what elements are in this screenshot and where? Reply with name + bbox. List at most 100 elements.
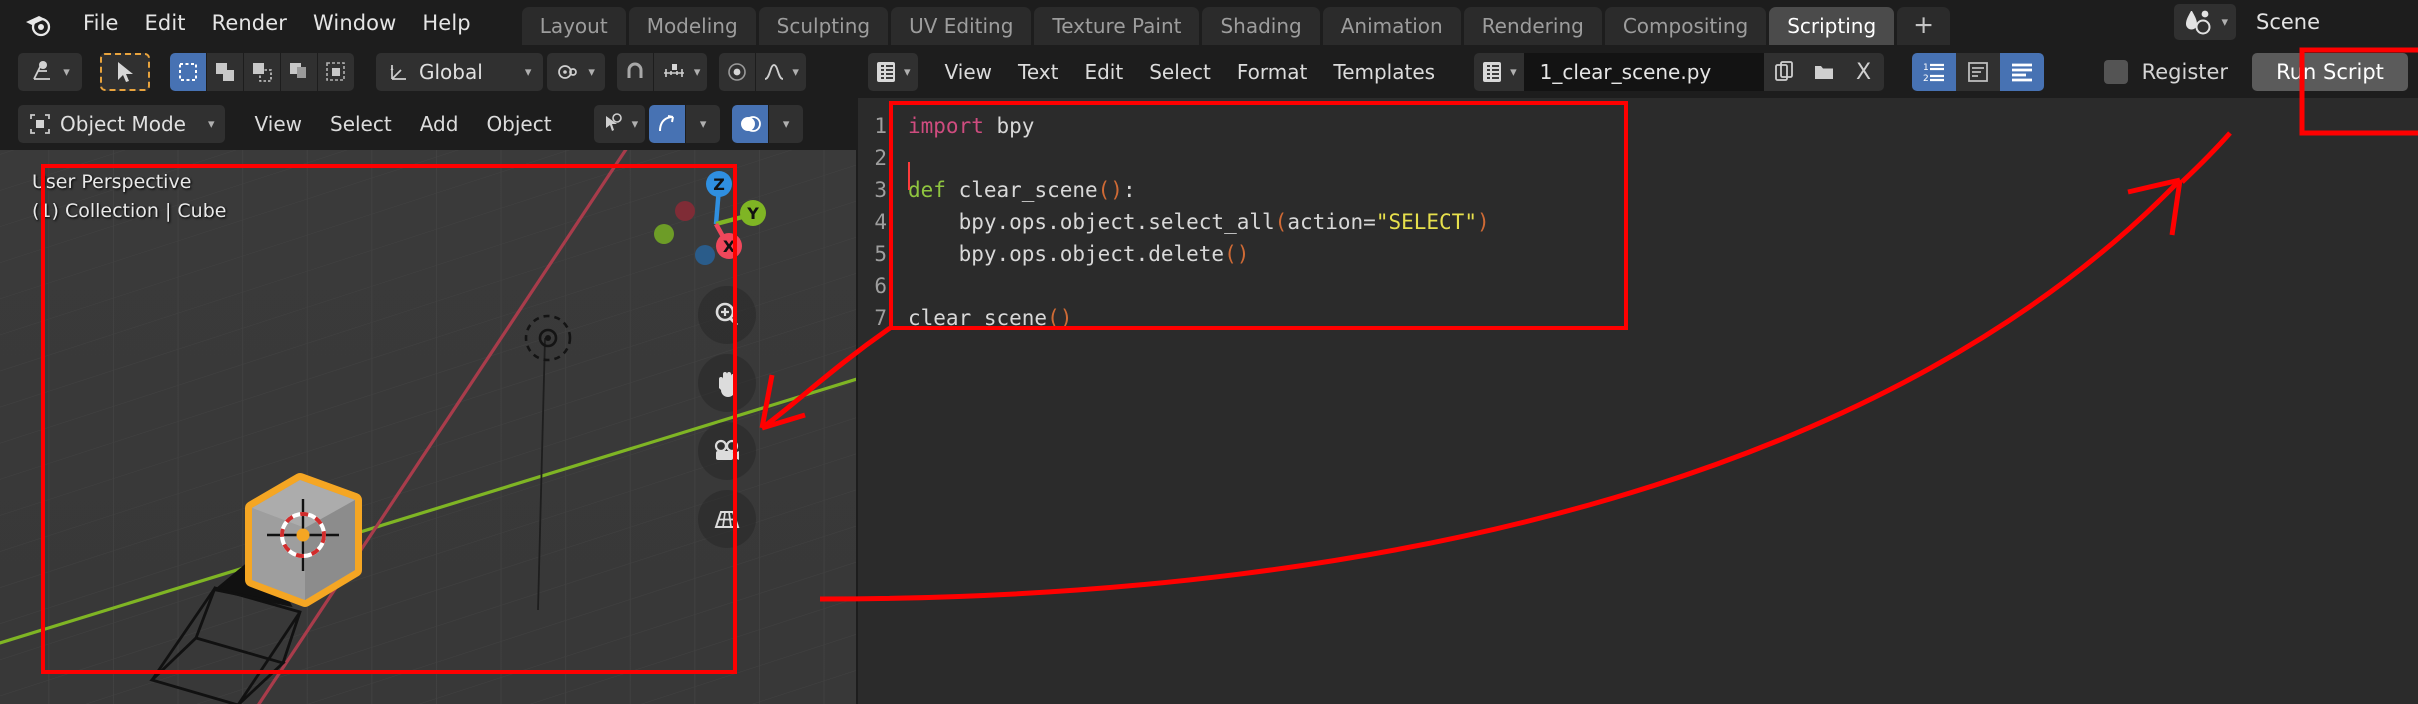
workspace-tab-compositing[interactable]: Compositing — [1604, 7, 1767, 45]
code-line: bpy.ops.object.delete() — [908, 238, 1490, 270]
select-extend-icon[interactable] — [207, 53, 243, 91]
chevron-down-icon: ▾ — [588, 64, 595, 80]
text-editor: ▾ View Text Edit Select Format Templates… — [858, 46, 2418, 704]
register-checkbox[interactable] — [2103, 60, 2128, 84]
workspace-tab-modeling[interactable]: Modeling — [628, 7, 756, 45]
text-filename-field[interactable]: 1_clear_scene.py — [1523, 53, 1764, 91]
chevron-down-icon: ▾ — [1510, 64, 1517, 80]
zoom-icon[interactable] — [698, 286, 756, 344]
menu-render[interactable]: Render — [199, 8, 300, 38]
workspace-tab-shading[interactable]: Shading — [1202, 7, 1320, 45]
svg-text:X: X — [723, 237, 736, 256]
workspace-tab-animation[interactable]: Animation — [1322, 7, 1461, 45]
overlay-dropdown[interactable]: ▾ — [769, 105, 804, 143]
interaction-mode-dropdown[interactable]: Object Mode ▾ — [18, 105, 225, 143]
open-text-icon[interactable] — [1803, 53, 1844, 91]
select-box-icon[interactable] — [170, 53, 206, 91]
chevron-down-icon: ▾ — [699, 116, 707, 132]
select-intersect-icon[interactable] — [281, 53, 317, 91]
text-menu-templates[interactable]: Templates — [1320, 55, 1448, 89]
chevron-down-icon: ▾ — [693, 64, 701, 80]
line-number: 1 — [874, 114, 887, 138]
scene-icon[interactable]: ▾ — [2174, 4, 2236, 40]
code-line: bpy.ops.object.select_all(action="SELECT… — [908, 206, 1490, 238]
run-script-button[interactable]: Run Script — [2252, 53, 2408, 91]
viewport-3d: ▾ Global ▾ ▾ ▾ ▾ Object Mode ▾ View Sele… — [0, 46, 856, 704]
line-number: 2 — [874, 146, 887, 170]
add-workspace-button[interactable]: + — [1897, 7, 1951, 45]
text-menu-text[interactable]: Text — [1005, 55, 1071, 89]
camera-view-icon[interactable] — [698, 422, 756, 480]
code-token: bpy.ops.object.select_all — [908, 210, 1275, 234]
code-lines[interactable]: import bpy def clear_scene(): bpy.ops.ob… — [894, 98, 1490, 704]
show-overlays-icon[interactable] — [732, 105, 769, 143]
code-token: import — [908, 114, 984, 138]
menu-edit[interactable]: Edit — [132, 8, 199, 38]
syntax-highlight-toggle[interactable] — [1999, 53, 2044, 91]
top-bar: File Edit Render Window Help Layout Mode… — [0, 0, 2418, 45]
code-line: def clear_scene(): — [908, 174, 1490, 206]
close-text-icon[interactable]: X — [1843, 53, 1884, 91]
workspace-tab-uv-editing[interactable]: UV Editing — [891, 7, 1032, 45]
viewport-menu-select[interactable]: Select — [316, 107, 406, 141]
code-token: () — [1047, 306, 1073, 330]
workspace-tab-scripting[interactable]: Scripting — [1769, 7, 1895, 45]
visibility-dropdown[interactable]: ▾ — [593, 105, 646, 143]
toggle-perspective-icon[interactable] — [698, 490, 756, 548]
blender-window: File Edit Render Window Help Layout Mode… — [0, 0, 2418, 704]
code-editor-area[interactable]: 1 2 3 4 5 6 7 import bpy def clear_scene… — [858, 98, 2418, 704]
viewport-menu-object[interactable]: Object — [472, 107, 565, 141]
workspace-tab-layout[interactable]: Layout — [521, 7, 626, 45]
word-wrap-toggle[interactable] — [1955, 53, 2000, 91]
code-token: "SELECT" — [1375, 210, 1477, 234]
text-menu-format[interactable]: Format — [1224, 55, 1320, 89]
menu-help[interactable]: Help — [409, 8, 483, 38]
chevron-down-icon: ▾ — [904, 64, 911, 80]
gizmo-dropdown[interactable]: ▾ — [686, 105, 721, 143]
cursor-select-tool[interactable] — [100, 53, 150, 91]
snap-pivot-dropdown[interactable]: ▾ — [547, 53, 605, 91]
text-datablock-icon[interactable]: ▾ — [1474, 53, 1524, 91]
chevron-down-icon: ▾ — [63, 64, 70, 80]
text-caret — [908, 162, 910, 190]
viewport-menu-view[interactable]: View — [241, 107, 316, 141]
menu-file[interactable]: File — [70, 8, 132, 38]
falloff-curve-dropdown[interactable]: ▾ — [756, 53, 806, 91]
text-menu-edit[interactable]: Edit — [1071, 55, 1136, 89]
select-difference-icon[interactable] — [318, 53, 354, 91]
text-display-toggles: 12 — [1911, 53, 2044, 91]
code-line: clear_scene() — [908, 302, 1490, 334]
transform-orientation-dropdown[interactable]: Global ▾ — [376, 53, 544, 91]
text-menu-select[interactable]: Select — [1136, 55, 1224, 89]
select-subtract-icon[interactable] — [244, 53, 280, 91]
workspace-tab-rendering[interactable]: Rendering — [1463, 7, 1602, 45]
proportional-edit-icon[interactable] — [719, 53, 756, 91]
code-token: bpy.ops.object.delete — [908, 242, 1225, 266]
editor-type-dropdown[interactable]: ▾ — [868, 53, 918, 91]
scene-selector: ▾ Scene — [2174, 4, 2416, 40]
viewport-menu-add[interactable]: Add — [406, 107, 473, 141]
show-gizmo-icon[interactable] — [649, 105, 686, 143]
chevron-down-icon: ▾ — [792, 64, 799, 80]
code-token: def — [908, 178, 946, 202]
workspace-tab-sculpting[interactable]: Sculpting — [758, 7, 889, 45]
code-token: ) — [1476, 210, 1490, 234]
scene-name-field[interactable]: Scene — [2236, 4, 2416, 40]
text-menu-view[interactable]: View — [932, 55, 1005, 89]
viewport-canvas[interactable]: User Perspective (1) Collection | Cube Z… — [0, 150, 856, 704]
line-number-gutter: 1 2 3 4 5 6 7 — [858, 98, 894, 704]
transform-orientation-label: Global — [419, 60, 483, 84]
magnet-snap-icon[interactable] — [616, 53, 653, 91]
chevron-down-icon: ▾ — [782, 116, 790, 132]
snap-target-dropdown[interactable]: ▾ — [653, 53, 708, 91]
line-number: 7 — [874, 306, 887, 330]
code-token: clear_scene — [908, 306, 1048, 330]
navigation-gizmo[interactable]: Z Y X — [654, 158, 778, 278]
menu-window[interactable]: Window — [300, 8, 409, 38]
new-text-icon[interactable] — [1763, 53, 1804, 91]
blender-logo-icon[interactable] — [22, 6, 56, 40]
line-numbers-toggle[interactable]: 12 — [1911, 53, 1956, 91]
active-tool-icon[interactable]: ▾ — [18, 53, 82, 91]
workspace-tab-texture-paint[interactable]: Texture Paint — [1034, 7, 1200, 45]
pan-hand-icon[interactable] — [698, 354, 756, 412]
